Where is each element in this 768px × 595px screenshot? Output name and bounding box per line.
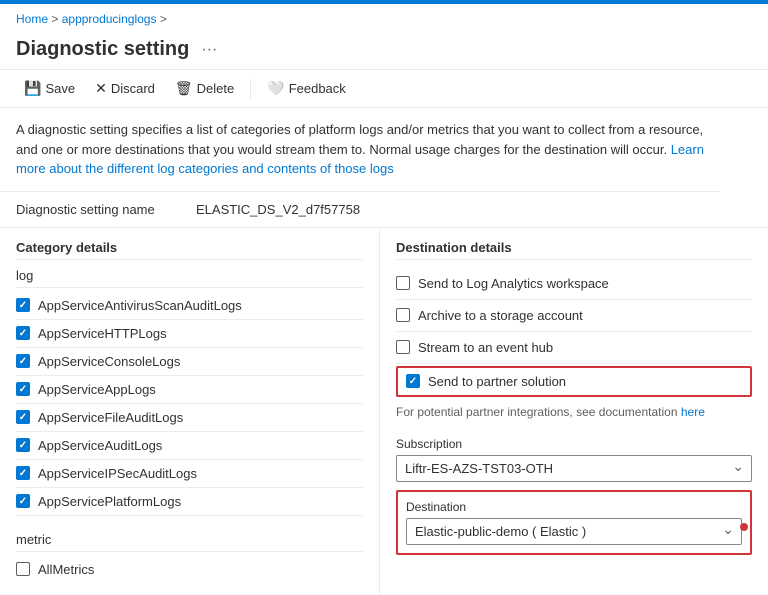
dest-item-event-hub: Stream to an event hub bbox=[396, 332, 752, 364]
destination-column: Destination details Send to Log Analytic… bbox=[380, 228, 768, 595]
dest-label-event-hub: Stream to an event hub bbox=[418, 340, 553, 355]
checkbox-AppServiceAuditLogs[interactable] bbox=[16, 438, 30, 452]
setting-name-value: ELASTIC_DS_V2_d7f57758 bbox=[196, 202, 360, 217]
log-label-AppServiceFileAuditLogs: AppServiceFileAuditLogs bbox=[38, 410, 183, 425]
breadcrumb: Home > appproducinglogs > bbox=[0, 4, 768, 34]
delete-label: Delete bbox=[197, 81, 235, 96]
category-header: Category details bbox=[16, 240, 363, 260]
checkbox-log-analytics[interactable] bbox=[396, 276, 410, 290]
page-title: Diagnostic setting bbox=[16, 38, 189, 61]
log-label-AppServiceHTTPLogs: AppServiceHTTPLogs bbox=[38, 326, 167, 341]
log-item: AppServiceAppLogs bbox=[16, 376, 363, 404]
red-dot-indicator bbox=[740, 523, 748, 531]
discard-icon: ✕ bbox=[95, 80, 107, 97]
log-label-AppServiceAuditLogs: AppServiceAuditLogs bbox=[38, 438, 162, 453]
checkbox-AppServiceAppLogs[interactable] bbox=[16, 382, 30, 396]
checkbox-event-hub[interactable] bbox=[396, 340, 410, 354]
discard-button[interactable]: ✕ Discard bbox=[87, 76, 163, 101]
metric-item: AllMetrics bbox=[16, 556, 363, 583]
checkbox-AppServiceHTTPLogs[interactable] bbox=[16, 326, 30, 340]
setting-name-row: Diagnostic setting name ELASTIC_DS_V2_d7… bbox=[0, 192, 768, 228]
log-section-header: log bbox=[16, 268, 363, 288]
feedback-button[interactable]: 🤍 Feedback bbox=[259, 76, 354, 101]
breadcrumb-resource[interactable]: appproducinglogs bbox=[62, 12, 157, 26]
log-label-AppServiceConsoleLogs: AppServiceConsoleLogs bbox=[38, 354, 180, 369]
log-item: AppServiceConsoleLogs bbox=[16, 348, 363, 376]
log-item: AppServiceAuditLogs bbox=[16, 432, 363, 460]
subscription-label: Subscription bbox=[396, 437, 752, 451]
content-area: Category details log AppServiceAntivirus… bbox=[0, 228, 768, 595]
checkbox-AppServiceIPSecAuditLogs[interactable] bbox=[16, 466, 30, 480]
log-label-AppServiceAntivirusScanAuditLogs: AppServiceAntivirusScanAuditLogs bbox=[38, 298, 242, 313]
breadcrumb-home[interactable]: Home bbox=[16, 12, 48, 26]
checkbox-AppServicePlatformLogs[interactable] bbox=[16, 494, 30, 508]
description-text: A diagnostic setting specifies a list of… bbox=[16, 122, 703, 157]
save-label: Save bbox=[45, 81, 75, 96]
discard-label: Discard bbox=[111, 81, 155, 96]
breadcrumb-sep2: > bbox=[160, 12, 167, 26]
subscription-select[interactable]: Liftr-ES-AZS-TST03-OTH bbox=[396, 455, 752, 482]
destination-select[interactable]: Elastic-public-demo ( Elastic ) bbox=[406, 518, 742, 545]
checkbox-storage[interactable] bbox=[396, 308, 410, 322]
toolbar-separator bbox=[250, 79, 251, 99]
dest-label-partner: Send to partner solution bbox=[428, 374, 566, 389]
subscription-group: Subscription Liftr-ES-AZS-TST03-OTH bbox=[396, 437, 752, 482]
delete-button[interactable]: 🗑 Delete bbox=[167, 76, 242, 101]
log-item: AppServicePlatformLogs bbox=[16, 488, 363, 516]
partner-note-text: For potential partner integrations, see … bbox=[396, 405, 678, 419]
metric-section-header: metric bbox=[16, 532, 363, 552]
log-item: AppServiceFileAuditLogs bbox=[16, 404, 363, 432]
subscription-select-wrapper: Liftr-ES-AZS-TST03-OTH bbox=[396, 455, 752, 482]
destination-select-wrapper: Elastic-public-demo ( Elastic ) bbox=[406, 518, 742, 545]
log-label-AppServicePlatformLogs: AppServicePlatformLogs bbox=[38, 494, 181, 509]
log-label-AllMetrics: AllMetrics bbox=[38, 562, 94, 577]
log-item: AppServiceAntivirusScanAuditLogs bbox=[16, 292, 363, 320]
dest-label-log-analytics: Send to Log Analytics workspace bbox=[418, 276, 609, 291]
dest-item-log-analytics: Send to Log Analytics workspace bbox=[396, 268, 752, 300]
checkbox-AppServiceAntivirusScanAuditLogs[interactable] bbox=[16, 298, 30, 312]
log-label-AppServiceAppLogs: AppServiceAppLogs bbox=[38, 382, 156, 397]
setting-name-label: Diagnostic setting name bbox=[16, 202, 196, 217]
metric-section: metric AllMetrics bbox=[16, 532, 363, 583]
partner-documentation-link[interactable]: here bbox=[681, 405, 705, 419]
partner-note: For potential partner integrations, see … bbox=[396, 399, 752, 429]
destination-field-label: Destination bbox=[406, 500, 742, 514]
checkbox-AppServiceFileAuditLogs[interactable] bbox=[16, 410, 30, 424]
dest-item-partner: Send to partner solution bbox=[396, 366, 752, 397]
page-header: Diagnostic setting ··· bbox=[0, 34, 768, 69]
log-item: AppServiceHTTPLogs bbox=[16, 320, 363, 348]
dest-item-storage: Archive to a storage account bbox=[396, 300, 752, 332]
save-icon: 💾 bbox=[24, 80, 41, 97]
category-column: Category details log AppServiceAntivirus… bbox=[0, 228, 380, 595]
toolbar: 💾 Save ✕ Discard 🗑 Delete 🤍 Feedback bbox=[0, 69, 768, 108]
log-item: AppServiceIPSecAuditLogs bbox=[16, 460, 363, 488]
destination-header: Destination details bbox=[396, 240, 752, 260]
feedback-icon: 🤍 bbox=[267, 80, 284, 97]
checkbox-AllMetrics[interactable] bbox=[16, 562, 30, 576]
save-button[interactable]: 💾 Save bbox=[16, 76, 83, 101]
delete-icon: 🗑 bbox=[175, 80, 193, 97]
checkbox-AppServiceConsoleLogs[interactable] bbox=[16, 354, 30, 368]
breadcrumb-sep1: > bbox=[51, 12, 58, 26]
checkbox-partner[interactable] bbox=[406, 374, 420, 388]
destination-group-highlighted: Destination Elastic-public-demo ( Elasti… bbox=[396, 490, 752, 555]
page-menu-button[interactable]: ··· bbox=[197, 39, 221, 61]
description: A diagnostic setting specifies a list of… bbox=[0, 108, 720, 192]
log-label-AppServiceIPSecAuditLogs: AppServiceIPSecAuditLogs bbox=[38, 466, 197, 481]
dest-label-storage: Archive to a storage account bbox=[418, 308, 583, 323]
feedback-label: Feedback bbox=[289, 81, 346, 96]
